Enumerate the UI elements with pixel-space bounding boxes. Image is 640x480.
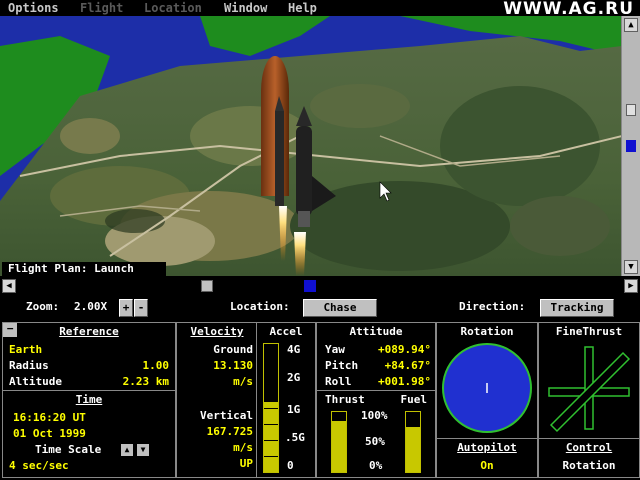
velocity-panel: Velocity Ground 13.130 m/s Vertical 167.… [176, 322, 258, 478]
fuel-gauge [405, 411, 421, 473]
vertical-position-marker [626, 140, 636, 152]
clock-value: 16:16:20 UT [13, 411, 86, 424]
ground-unit: m/s [233, 375, 253, 388]
autopilot-panel: Autopilot On [436, 438, 538, 478]
reference-title[interactable]: Reference [59, 325, 119, 338]
autopilot-value[interactable]: On [437, 459, 537, 473]
accel-tick-1g: 1G [287, 403, 301, 416]
direction-label: Direction: [459, 300, 526, 313]
date-value: 01 Oct 1999 [13, 427, 86, 440]
scroll-right-icon[interactable]: ▶ [624, 279, 638, 293]
roll-label: Roll [325, 375, 352, 388]
finethrust-pad[interactable] [543, 341, 635, 435]
menu-location[interactable]: Location [144, 0, 202, 16]
rotation-title: Rotation [460, 325, 514, 338]
gauge-tick [264, 424, 278, 425]
thrust-gauge[interactable] [331, 411, 347, 473]
time-scale-up-icon[interactable]: ▲ [121, 444, 133, 456]
menu-window[interactable]: Window [224, 0, 267, 16]
gauge-tick [264, 376, 278, 377]
thrust-fuel-panel: Thrust Fuel 100% 50% 0% [316, 390, 436, 478]
gauge-tick [264, 440, 278, 441]
altitude-value: 2.23 km [122, 375, 169, 388]
thrust-title: Thrust [325, 393, 365, 406]
horizontal-scrollbar[interactable]: ◀ ▶ [0, 277, 640, 295]
scroll-up-icon[interactable]: ▲ [624, 18, 638, 32]
direction-button[interactable]: Tracking [540, 299, 614, 317]
zoom-out-button[interactable]: - [134, 299, 148, 317]
accel-panel: Accel 4G 2G 1G .5G 0 [256, 322, 316, 478]
gauge-tick [264, 360, 278, 361]
location-button[interactable]: Chase [303, 299, 377, 317]
menu-options[interactable]: Options [8, 0, 59, 16]
throttle-tick-50: 50% [365, 435, 385, 448]
rotation-ball[interactable] [441, 341, 533, 435]
control-panel: Control Rotation [538, 438, 640, 478]
accel-tick-4g: 4G [287, 343, 301, 356]
thrust-fill [332, 421, 346, 472]
throttle-tick-100: 100% [361, 409, 388, 422]
vertical-unit: m/s [233, 441, 253, 454]
accel-fill [264, 401, 278, 472]
zoom-label: Zoom: [26, 300, 60, 313]
menu-bar: Options Flight Location Window Help WWW.… [0, 0, 640, 19]
finethrust-panel: FineThrust [538, 322, 640, 440]
zoom-value: 2.00X [74, 300, 108, 313]
attitude-title: Attitude [349, 325, 403, 338]
accel-tick-zero: 0 [287, 459, 294, 472]
altitude-label: Altitude [9, 375, 62, 388]
gauge-tick [264, 456, 278, 457]
scroll-left-icon[interactable]: ◀ [2, 279, 16, 293]
control-value[interactable]: Rotation [539, 459, 639, 473]
ground-value: 13.130 [213, 359, 253, 372]
time-scale-down-icon[interactable]: ▼ [137, 444, 149, 456]
menu-flight[interactable]: Flight [80, 0, 123, 16]
vertical-label: Vertical [200, 409, 253, 422]
roll-value: +001.98° [378, 375, 431, 388]
menu-help[interactable]: Help [288, 0, 317, 16]
time-scale-label: Time Scale [35, 443, 102, 456]
flight-plan-caption: Flight Plan: Launch [2, 262, 166, 276]
gauge-tick [264, 392, 278, 393]
vertical-value: 167.725 [206, 425, 253, 438]
pitch-value: +84.67° [384, 359, 431, 372]
vertical-direction: UP [239, 457, 253, 470]
time-panel: Time 16:16:20 UT 01 Oct 1999 Time Scale … [2, 390, 176, 478]
autopilot-title[interactable]: Autopilot [457, 441, 517, 454]
vertical-scroll-thumb[interactable] [626, 104, 636, 116]
accel-tick-2g: 2G [287, 371, 301, 384]
yaw-label: Yaw [325, 343, 345, 356]
velocity-title[interactable]: Velocity [191, 325, 244, 338]
reference-body: Earth [9, 343, 43, 356]
gauge-tick [264, 408, 278, 409]
view-toolbar: Zoom: 2.00X + - Location: Chase Directio… [0, 297, 640, 317]
finethrust-title: FineThrust [555, 325, 623, 338]
rotation-panel: Rotation [436, 322, 538, 440]
fuel-fill [406, 427, 420, 472]
radius-label: Radius [9, 359, 49, 372]
radius-value: 1.00 [142, 359, 170, 372]
terrain-scene [0, 16, 621, 276]
horizontal-scroll-thumb[interactable] [201, 280, 213, 292]
yaw-value: +089.94° [378, 343, 431, 356]
scroll-down-icon[interactable]: ▼ [624, 260, 638, 274]
pitch-label: Pitch [325, 359, 359, 372]
time-scale-value: 4 sec/sec [9, 459, 69, 472]
zoom-in-button[interactable]: + [119, 299, 133, 317]
fuel-title: Fuel [400, 393, 428, 406]
location-label: Location: [230, 300, 290, 313]
ground-label: Ground [213, 343, 253, 356]
accel-gauge [263, 343, 279, 473]
horizontal-position-marker [304, 280, 316, 292]
vertical-scrollbar[interactable]: ▲ ▼ [622, 16, 640, 276]
time-title[interactable]: Time [76, 393, 103, 406]
attitude-panel: Attitude Yaw +089.94° Pitch +84.67° Roll… [316, 322, 436, 392]
accel-title: Accel [269, 325, 303, 338]
throttle-tick-0: 0% [369, 459, 383, 472]
reference-panel: − Reference Earth Radius 1.00 Altitude 2… [2, 322, 176, 392]
accel-tick-half-g: .5G [285, 431, 305, 444]
control-title[interactable]: Control [566, 441, 612, 454]
flight-viewport[interactable]: Flight Plan: Launch [0, 16, 622, 276]
